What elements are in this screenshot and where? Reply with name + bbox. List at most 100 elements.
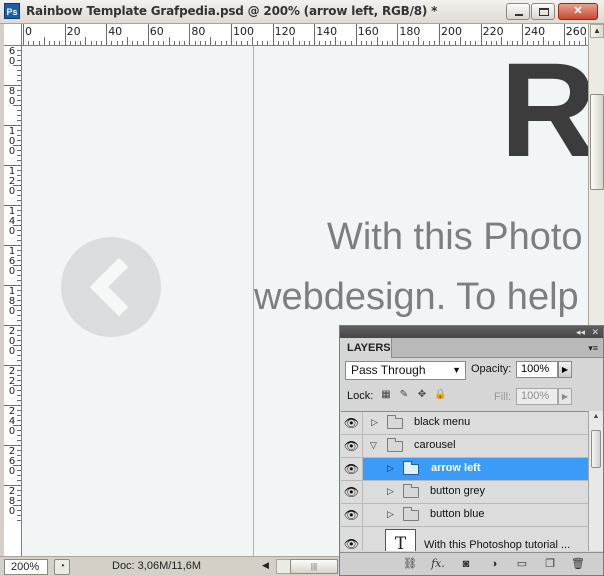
- ruler-minor-tick: [225, 41, 227, 45]
- ruler-minor-tick: [17, 220, 21, 221]
- ruler-minor-tick: [288, 41, 290, 45]
- ruler-tick: [397, 24, 399, 45]
- minimize-button[interactable]: [506, 3, 530, 20]
- visibility-eye-icon[interactable]: 👁: [341, 458, 363, 480]
- lock-transparency-icon[interactable]: ▦: [380, 389, 392, 401]
- ruler-minor-tick: [17, 140, 21, 141]
- document-info[interactable]: Doc: 3,06M/11,6M: [112, 560, 201, 572]
- ruler-minor-tick: [49, 41, 50, 45]
- fill-slider-button[interactable]: ▶: [558, 388, 572, 405]
- ruler-minor-tick: [116, 41, 118, 45]
- visibility-eye-icon[interactable]: 👁: [341, 504, 363, 526]
- close-button[interactable]: ✕: [558, 3, 598, 20]
- collapse-triangle-icon[interactable]: ▽: [370, 440, 377, 451]
- ruler-minor-tick: [553, 41, 555, 45]
- photoshop-logo-icon: Ps: [4, 3, 20, 19]
- layer-row-arrow-left[interactable]: 👁 ▷ arrow left: [341, 458, 588, 481]
- ruler-label: 1 2 0: [8, 166, 16, 197]
- expand-triangle-icon[interactable]: ▷: [371, 417, 378, 428]
- layer-row-black-menu[interactable]: 👁 ▷ black menu: [341, 412, 588, 435]
- layer-row-button-blue[interactable]: 👁 ▷ button blue: [341, 504, 588, 527]
- new-layer-icon[interactable]: ❐: [542, 557, 558, 571]
- link-icon[interactable]: ⛓: [402, 557, 418, 571]
- maximize-icon: [539, 8, 549, 16]
- ruler-minor-tick: [517, 41, 518, 45]
- vertical-ruler[interactable]: 6 0 8 0 1 0 0 1 2 0 1 4 0 1 6 0 1 8 0 2 0 0 2 2 …: [4, 46, 22, 556]
- body-text-line-1: With this Photo: [327, 216, 583, 258]
- ruler-minor-tick: [345, 41, 347, 45]
- layer-scroll-thumb[interactable]: [591, 430, 601, 468]
- ruler-minor-tick: [251, 37, 253, 45]
- ruler-tick: [522, 24, 524, 45]
- layer-row-carousel[interactable]: 👁 ▽ carousel: [341, 435, 588, 458]
- maximize-button[interactable]: [531, 3, 555, 20]
- opacity-input[interactable]: 100%: [516, 361, 558, 378]
- ruler-minor-tick: [340, 41, 342, 45]
- fx-icon[interactable]: fx.: [430, 557, 446, 571]
- arrow-left-graphic: [61, 237, 161, 337]
- ruler-minor-tick: [137, 41, 139, 45]
- lock-all-icon[interactable]: 🔒: [434, 389, 446, 401]
- layer-list-scrollbar[interactable]: ▲: [588, 411, 603, 551]
- ruler-minor-tick: [95, 41, 97, 45]
- ruler-minor-tick: [17, 380, 21, 381]
- lock-position-icon[interactable]: ✥: [416, 389, 428, 401]
- horizontal-ruler[interactable]: 0 20 40 60 80 100 120 140 160 180 200 220 240 260: [22, 24, 588, 46]
- status-menu-icon[interactable]: ◔: [54, 559, 70, 575]
- zoom-field[interactable]: 200%: [4, 559, 48, 575]
- collapse-panel-icon[interactable]: ◂◂: [576, 326, 585, 338]
- ruler-minor-tick: [17, 270, 21, 271]
- ruler-minor-tick: [17, 360, 21, 361]
- visibility-eye-icon[interactable]: 👁: [341, 435, 363, 457]
- mask-icon[interactable]: ◙: [458, 557, 474, 571]
- ruler-minor-tick: [241, 41, 243, 45]
- panel-menu-icon[interactable]: ▾≡: [588, 343, 598, 354]
- scroll-thumb[interactable]: [590, 94, 604, 190]
- panel-header[interactable]: ◂◂ ✕: [340, 326, 603, 338]
- ruler-minor-tick: [13, 65, 21, 66]
- trash-icon[interactable]: 🗑: [570, 557, 586, 571]
- folder-icon[interactable]: ▭: [514, 557, 530, 571]
- expand-triangle-icon[interactable]: ▷: [387, 463, 394, 474]
- text-layer-thumbnail-icon: T: [385, 529, 416, 551]
- expand-triangle-icon[interactable]: ▷: [387, 509, 394, 520]
- visibility-eye-icon[interactable]: 👁: [341, 481, 363, 503]
- blend-mode-select[interactable]: Pass Through ▼: [345, 361, 466, 380]
- ruler-minor-tick: [392, 41, 394, 45]
- ruler-minor-tick: [309, 41, 310, 45]
- layer-row-button-grey[interactable]: 👁 ▷ button grey: [341, 481, 588, 504]
- ruler-minor-tick: [350, 41, 352, 45]
- ruler-label: 2 6 0: [8, 446, 16, 477]
- ruler-minor-tick: [17, 235, 21, 236]
- adjustment-icon[interactable]: ◑: [486, 557, 502, 571]
- scroll-left-icon[interactable]: ◀: [262, 560, 269, 571]
- ruler-minor-tick: [293, 37, 295, 45]
- ruler-minor-tick: [163, 41, 165, 45]
- ruler-minor-tick: [491, 41, 492, 45]
- expand-triangle-icon[interactable]: ▷: [387, 486, 394, 497]
- lock-pixels-icon[interactable]: ✎: [398, 389, 410, 401]
- ruler-label: 2 0 0: [8, 326, 16, 357]
- ruler-minor-tick: [543, 37, 544, 45]
- scroll-up-icon[interactable]: ▲: [590, 24, 604, 38]
- close-panel-icon[interactable]: ✕: [591, 326, 599, 338]
- ruler-minor-tick: [376, 37, 378, 45]
- visibility-eye-icon[interactable]: 👁: [341, 412, 363, 434]
- folder-icon: [403, 507, 419, 521]
- ruler-minor-tick: [17, 475, 21, 476]
- ruler-origin[interactable]: [4, 24, 22, 46]
- opacity-slider-button[interactable]: ▶: [558, 361, 572, 378]
- tab-layers[interactable]: LAYERS: [340, 338, 392, 358]
- layer-name: With this Photoshop tutorial ...: [424, 539, 571, 551]
- horizontal-scroll-thumb[interactable]: |||: [290, 559, 338, 574]
- ruler-minor-tick: [537, 41, 539, 45]
- fill-input[interactable]: 100%: [516, 388, 558, 405]
- ruler-minor-tick: [17, 110, 21, 111]
- visibility-eye-icon[interactable]: 👁: [341, 527, 363, 551]
- ruler-minor-tick: [459, 37, 461, 45]
- ruler-minor-tick: [215, 41, 217, 45]
- ruler-minor-tick: [13, 185, 21, 186]
- layer-row-text[interactable]: 👁 T With this Photoshop tutorial ...: [341, 527, 588, 551]
- ruler-minor-tick: [17, 480, 21, 481]
- scroll-up-icon[interactable]: ▲: [589, 411, 603, 423]
